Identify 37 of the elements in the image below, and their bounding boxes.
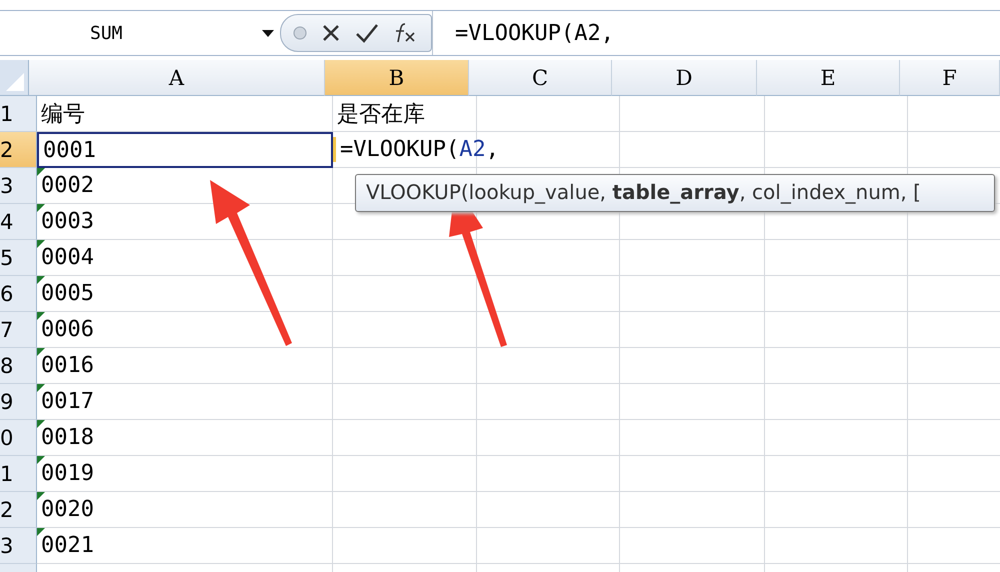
- row-header[interactable]: 5: [0, 240, 37, 276]
- name-box[interactable]: SUM: [0, 11, 280, 55]
- row-header[interactable]: 4: [0, 204, 37, 240]
- row-header[interactable]: 7: [0, 312, 37, 348]
- row-header[interactable]: 3: [0, 168, 37, 204]
- formula-input[interactable]: =VLOOKUP(A2,: [432, 11, 1000, 55]
- cell-text: 是否在库: [336, 100, 425, 128]
- column-header[interactable]: B: [325, 60, 469, 96]
- table-cell: 0016: [37, 348, 333, 384]
- column-header[interactable]: A: [29, 60, 325, 96]
- cell-editor[interactable]: =VLOOKUP(A2,: [333, 137, 499, 162]
- column-header[interactable]: C: [469, 60, 612, 96]
- column-header[interactable]: E: [757, 60, 900, 96]
- caret-icon[interactable]: [262, 30, 274, 36]
- row-header[interactable]: 6: [0, 276, 37, 312]
- checkmark-icon[interactable]: [355, 23, 379, 43]
- row-header[interactable]: 8: [0, 348, 37, 384]
- row-header[interactable]: 3: [0, 528, 37, 564]
- column-header[interactable]: F: [900, 60, 1000, 96]
- function-tooltip: VLOOKUP(lookup_value, table_array, col_index_num, [: [355, 174, 995, 212]
- triangle-icon: [4, 71, 24, 91]
- table-cell: 0017: [37, 384, 333, 420]
- row-header[interactable]: 2: [0, 492, 37, 528]
- row-header[interactable]: 0: [0, 420, 37, 456]
- cancel-icon[interactable]: [321, 23, 341, 43]
- table-cell: 0021: [37, 528, 333, 564]
- row-header[interactable]: 1: [0, 96, 37, 132]
- table-cell: 0001: [37, 132, 333, 168]
- circle-icon: [293, 26, 307, 40]
- table-cell: 0018: [37, 420, 333, 456]
- row-header[interactable]: 2: [0, 132, 37, 168]
- table-cell: 0019: [37, 456, 333, 492]
- table-cell: 编号: [37, 96, 333, 132]
- column-header[interactable]: D: [612, 60, 757, 96]
- row-header[interactable]: 1: [0, 456, 37, 492]
- table-cell: 0020: [37, 492, 333, 528]
- row-header[interactable]: 9: [0, 384, 37, 420]
